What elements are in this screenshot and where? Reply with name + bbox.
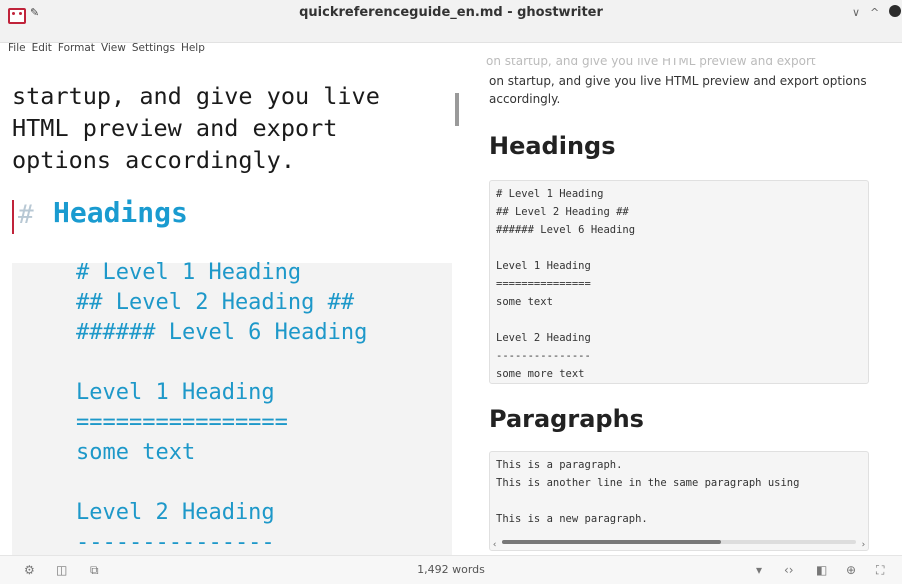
preview-heading-headings: Headings [489,132,616,160]
hemingway-mode-icon[interactable]: ⊕ [846,563,856,577]
scroll-left-icon[interactable]: ‹ [492,536,497,550]
code-line: # Level 1 Heading [76,260,302,285]
preview-code-line: Level 1 Heading [496,260,591,272]
window-title: quickreferenceguide_en.md - ghostwriter [299,5,603,20]
menu-help[interactable]: Help [181,42,205,58]
editor-line: startup, and give you live [12,82,380,110]
editor-heading: Headings [53,196,188,229]
text-caret [12,200,14,234]
preview-cut-line: on startup, and give you live HTML previ… [486,58,816,68]
preview-code-line [496,311,862,329]
preview-code-line: ## Level 2 Heading ## [496,206,629,218]
preview-code-line: This is a paragraph. [496,459,623,471]
preview-code-line: some text [496,296,553,308]
heading-marker: # [18,200,34,230]
editor-code-lines: # Level 1 Heading ## Level 2 Heading ## ##… [76,258,367,555]
code-line: --------------- [76,530,275,555]
preview-paragraph: on startup, and give you live HTML previ… [489,74,867,106]
editor-line: options accordingly. [12,146,295,174]
code-line: Level 1 Heading [76,380,275,405]
preview-code-line: This is a new paragraph. [496,513,648,525]
preview-code-line: ###### Level 6 Heading [496,224,636,236]
chevron-down-icon[interactable]: ▾ [756,563,762,577]
preview-code-line: --------------- [496,350,591,362]
menu-bar: File Edit Format View Settings Help [8,42,205,58]
code-line: ###### Level 6 Heading [76,320,368,345]
menu-settings[interactable]: Settings [132,42,175,58]
scrollbar-thumb[interactable] [502,540,722,544]
preview-code-line: some more text [496,368,585,380]
word-count: 1,492 words [417,563,485,576]
scroll-right-icon[interactable]: › [861,536,866,550]
editor-line: HTML preview and export [12,114,338,142]
html-preview-toggle-icon[interactable]: ‹› [784,563,794,577]
preview-code-line: =============== [496,278,591,290]
menu-view[interactable]: View [101,42,126,58]
code-line: ================ [76,410,288,435]
preview-code-line: Level 2 Heading [496,332,591,344]
preview-code-line: This is another line in the same paragra… [496,477,800,489]
html-preview[interactable]: on startup, and give you live HTML previ… [476,58,902,555]
preview-heading-paragraphs: Paragraphs [489,405,644,433]
preview-code-line: # Level 1 Heading [496,188,604,200]
code-line: ## Level 2 Heading ## [76,290,355,315]
preview-code-block: This is a paragraph. This is another line… [489,451,869,551]
editor-text: startup, and give you live HTML preview a… [12,80,380,176]
preview-code-line [496,492,862,510]
editor-scroll-marker[interactable] [455,93,459,126]
markdown-editor[interactable]: startup, and give you live HTML preview a… [0,58,468,555]
fullscreen-icon[interactable]: ⛶ [876,563,884,578]
close-button[interactable] [889,5,901,17]
focus-mode-icon[interactable]: ◧ [816,563,827,577]
code-line: some text [76,440,196,465]
scrollbar-track[interactable] [502,540,856,544]
preview-code-line [496,239,862,257]
preview-code-block: # Level 1 Heading ## Level 2 Heading ## ##… [489,180,869,384]
title-bar: ✎ quickreferenceguide_en.md - ghostwrite… [0,0,902,43]
maximize-button[interactable]: ^ [870,6,879,19]
menu-file[interactable]: File [8,42,26,58]
menu-format[interactable]: Format [58,42,95,58]
code-line: Level 2 Heading [76,500,275,525]
minimize-button[interactable]: ∨ [852,6,860,19]
status-bar: ⚙ ◫ ⧉ 1,492 words ▾ ‹› ◧ ⊕ ⛶ [0,555,902,584]
menu-edit[interactable]: Edit [32,42,52,58]
horizontal-scrollbar[interactable]: ‹ › [492,538,866,550]
